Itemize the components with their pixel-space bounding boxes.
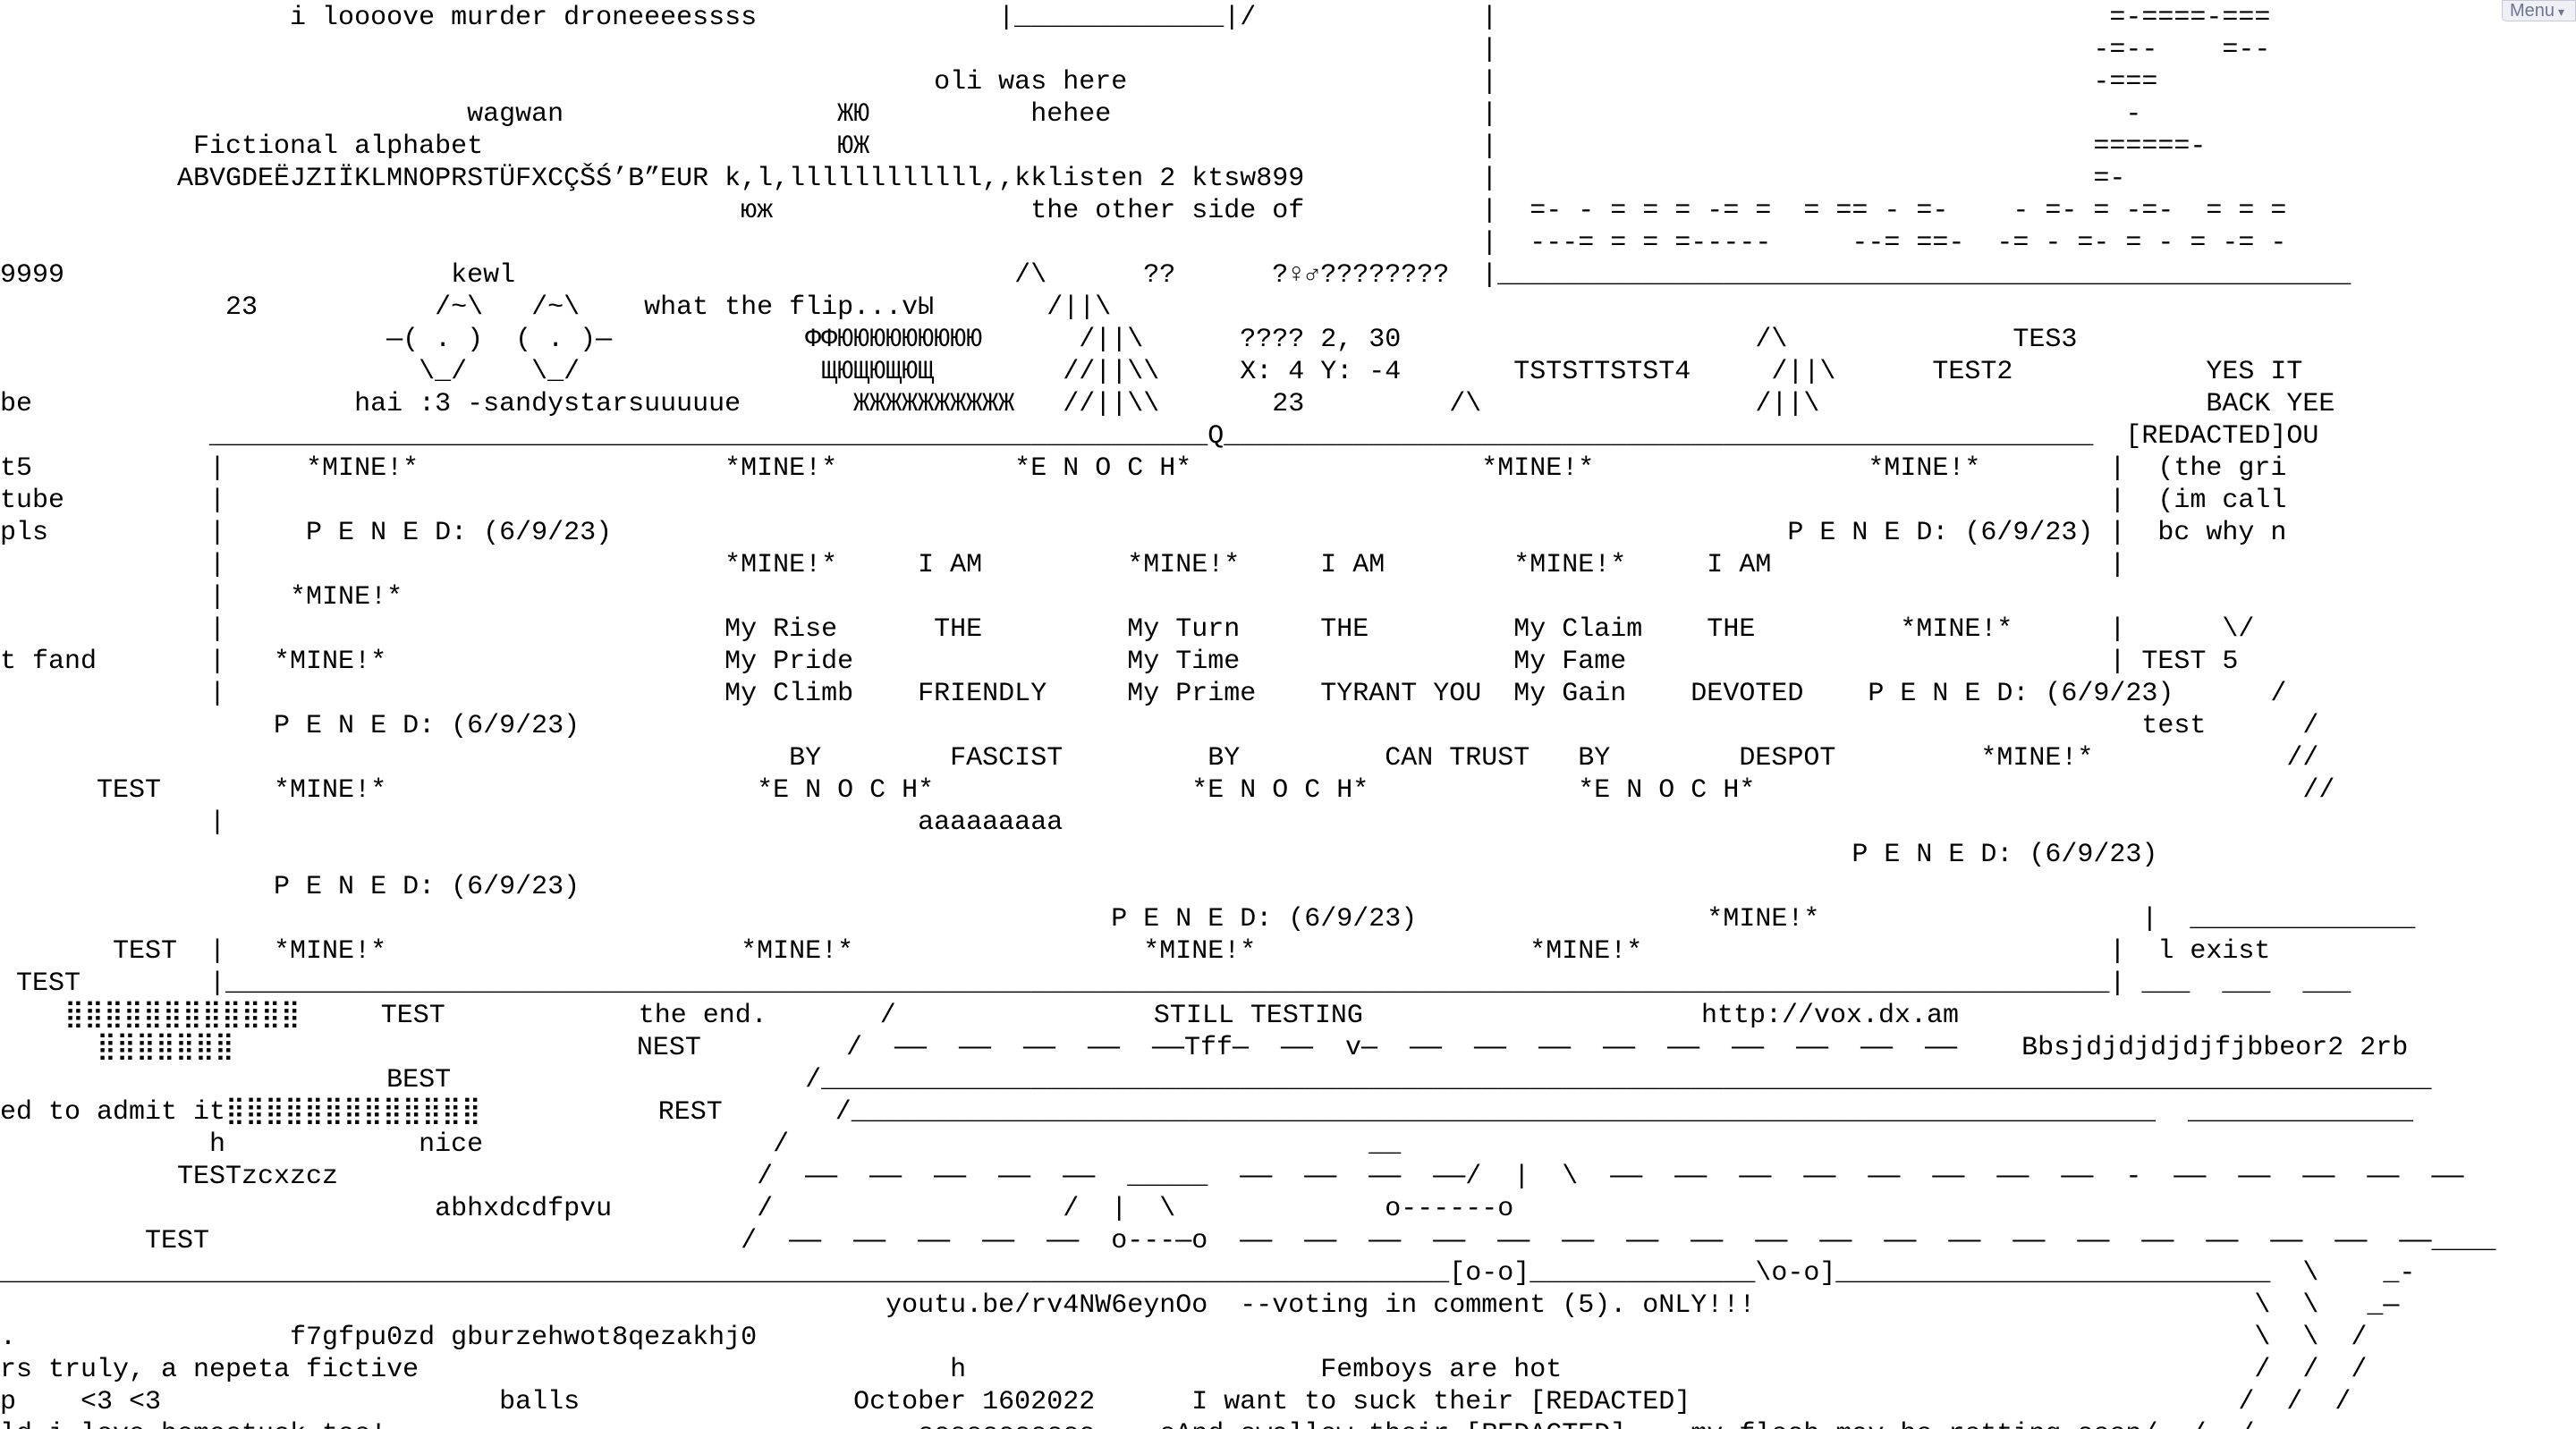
canvas-line: i loooove murder droneeeessss |_________… [0,3,2271,33]
canvas-line: | -=-- =-- [0,35,2271,65]
canvas-line: p <3 <3 balls October 1602022 I want to … [0,1387,2351,1417]
canvas-line: ⣿⣿⣿⣿⣿⣿⣿⣿⣿⣿⣿⣿ TEST the end. / STILL TESTI… [0,1001,1959,1031]
canvas-line: юж the other side of | =- - = = = -= = =… [0,196,2287,226]
canvas-line: oli was here | -=== [0,67,2158,97]
canvas-line: TESTzcxzcz / —— —— —— —— —— _____ —— —— … [0,1162,2464,1192]
ascii-art-canvas: i loooove murder droneeeessss |_________… [0,0,2576,1429]
canvas-line: TEST *MINE!* *E N O C H* *E N O C H* *E … [0,775,2335,806]
canvas-line: youtu.be/rv4NW6eynOo --voting in comment… [0,1290,2400,1321]
canvas-line: rs truly, a nepeta fictive h Femboys are… [0,1355,2368,1385]
canvas-line: | *MINE!* [0,582,403,613]
canvas-line: TEST / —— —— —— —— —— o---—o —— —— —— ——… [0,1226,2496,1256]
canvas-line: BEST /__________________________________… [0,1065,2432,1095]
canvas-line: P E N E D: (6/9/23) [0,872,580,902]
canvas-line: | aaaaaaaaa [0,808,2271,838]
canvas-line: TEST |__________________________________… [0,968,2351,999]
menu-button[interactable]: Menu ▾ [2501,0,2576,21]
canvas-line: | My Climb FRIENDLY My Prime TYRANT YOU … [0,679,2287,709]
canvas-line: abhxdcdfpvu / / | \ o------o [0,1194,1514,1224]
canvas-line: wagwan ЖЮ hehee | - [0,99,2142,130]
canvas-line: ________________________________________… [0,1258,2416,1289]
canvas-line: pls | P E N E D: (6/9/23) P E N E D: (6/… [0,518,2287,548]
canvas-line: | My Rise THE My Turn THE My Claim THE *… [0,614,2255,645]
canvas-line: P E N E D: (6/9/23) *MINE!* | __________… [0,904,2416,934]
canvas-line: 9999 kewl /\ ?? ?♀♂???????? |___________… [0,260,2351,291]
canvas-line: tube | | (im call [0,486,2287,516]
canvas-line: t5 | *MINE!* *MINE!* *E N O C H* *MINE!*… [0,453,2287,484]
canvas-line: —( . ) ( . )— ФФЮЮЮЮЮЮЮЮЮ /||\ ???? 2, 3… [0,325,2078,355]
canvas-line: | ---= = = =----- --= ==- -= - =- = - = … [0,228,2287,258]
ascii-art-text: i loooove murder droneeeessss |_________… [0,2,2496,1429]
canvas-line: TEST | *MINE!* *MINE!* *MINE!* *MINE!* |… [0,936,2271,967]
canvas-line: BY FASCIST BY CAN TRUST BY DESPOT *MINE!… [0,743,2319,774]
canvas-line: \_/ \_/ ЩЮЩЮЩЮЩ //||\\ X: 4 Y: -4 TSTSTT… [0,357,2303,387]
canvas-line: h nice / __ [0,1129,1402,1160]
canvas-line: P E N E D: (6/9/23) [0,840,2158,870]
canvas-line: 23 /~\ /~\ what the flip...vЫ /||\ [0,292,1112,323]
canvas-line: P E N E D: (6/9/23) test / [0,711,2319,741]
canvas-line: t fand | *MINE!* My Pride My Time My Fam… [0,647,2239,677]
canvas-line: ed to admit it⣿⣿⣿⣿⣿⣿⣿⣿⣿⣿⣿⣿⣿ REST /______… [0,1097,2414,1128]
canvas-line: . f7gfpu0zd gburzehwot8qezakhj0 \ \ / [0,1323,2368,1353]
canvas-line: ABVGDEËJZIЇKLMNOPRSTÜFXCÇŠŚ’B”EUR k,l,ll… [0,164,2126,194]
chevron-down-icon: ▾ [2557,4,2564,19]
canvas-line: ld i love homestuck too! sssssssssss sAn… [0,1419,2254,1429]
canvas-line: | *MINE!* I AM *MINE!* I AM *MINE!* I AM… [0,550,2126,580]
canvas-line: ⣿⣿⣿⣿⣿⣿⣿ NEST / —— —— —— —— ——Tff— —— v— … [0,1033,2409,1063]
canvas-line: Fictional alphabet ЮЖ | ======- [0,131,2207,162]
canvas-line: ________________________________________… [0,421,2319,452]
canvas-line: be hai :3 -sandystarsuuuuue ЖЖЖЖЖЖЖЖЖЖ /… [0,389,2335,419]
menu-label: Menu [2509,1,2555,21]
